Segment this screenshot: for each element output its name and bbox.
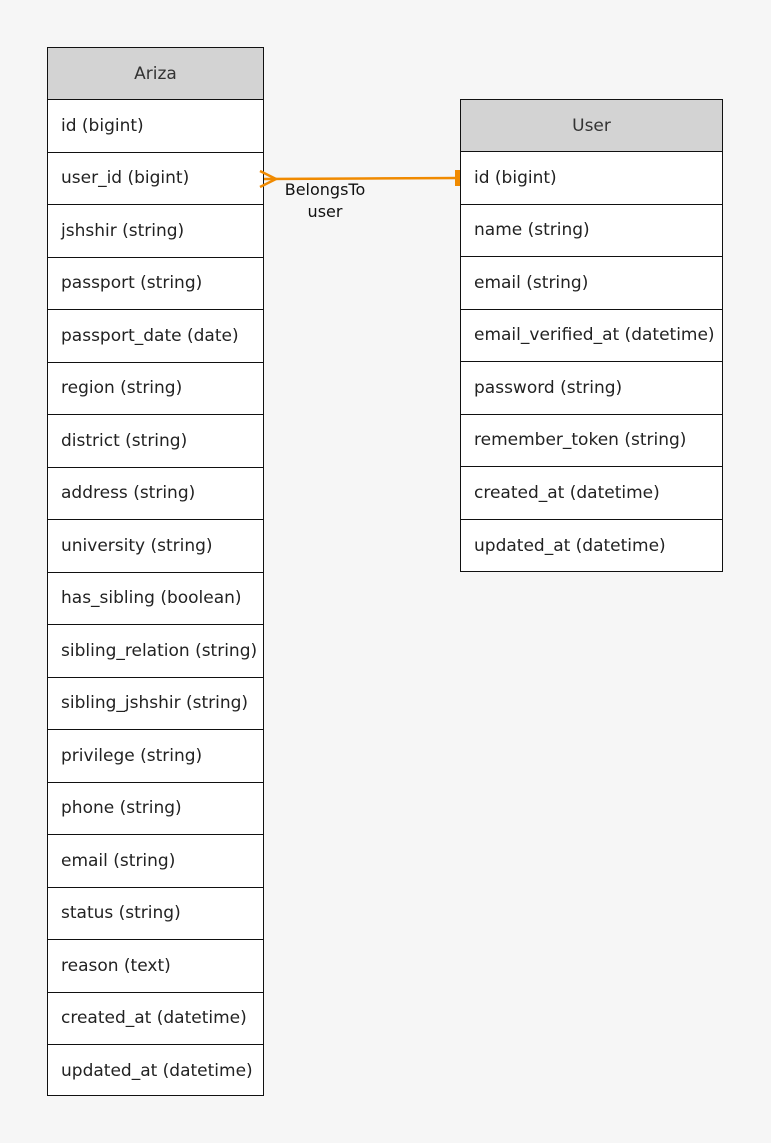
entity-user: User id (bigint) name (string) email (st… xyxy=(460,99,723,572)
entity-ariza: Ariza id (bigint) user_id (bigint) jshsh… xyxy=(47,47,264,1096)
field-row: passport (string) xyxy=(48,258,263,310)
field-row: sibling_jshshir (string) xyxy=(48,678,263,730)
field-row: id (bigint) xyxy=(48,100,263,153)
entity-ariza-title: Ariza xyxy=(48,48,263,100)
field-row: has_sibling (boolean) xyxy=(48,573,263,625)
relation-name-label: user xyxy=(307,202,343,221)
field-row: region (string) xyxy=(48,363,263,415)
field-row: email_verified_at (datetime) xyxy=(461,310,722,362)
field-row: email (string) xyxy=(461,257,722,310)
field-row: passport_date (date) xyxy=(48,310,263,363)
field-row: created_at (datetime) xyxy=(461,467,722,520)
field-row: remember_token (string) xyxy=(461,415,722,467)
field-row: created_at (datetime) xyxy=(48,993,263,1045)
field-row: updated_at (datetime) xyxy=(474,535,666,556)
field-row: status (string) xyxy=(48,888,263,940)
field-row: privilege (string) xyxy=(48,730,263,783)
field-row: updated_at (datetime) xyxy=(61,1061,253,1082)
er-diagram: Ariza id (bigint) user_id (bigint) jshsh… xyxy=(0,0,771,1143)
field-row: jshshir (string) xyxy=(48,205,263,258)
relation-label: BelongsTo user xyxy=(270,179,380,223)
field-row: password (string) xyxy=(461,362,722,415)
entity-user-title: User xyxy=(461,100,722,152)
field-row: district (string) xyxy=(48,415,263,468)
field-row: sibling_relation (string) xyxy=(48,625,263,678)
field-row: address (string) xyxy=(48,468,263,520)
field-row: user_id (bigint) xyxy=(48,153,263,205)
field-row: phone (string) xyxy=(48,783,263,835)
field-row: reason (text) xyxy=(48,940,263,993)
relation-type-label: BelongsTo xyxy=(284,180,366,199)
field-row: university (string) xyxy=(48,520,263,573)
field-row: name (string) xyxy=(461,205,722,257)
field-row: email (string) xyxy=(48,835,263,888)
field-row: id (bigint) xyxy=(461,152,722,205)
